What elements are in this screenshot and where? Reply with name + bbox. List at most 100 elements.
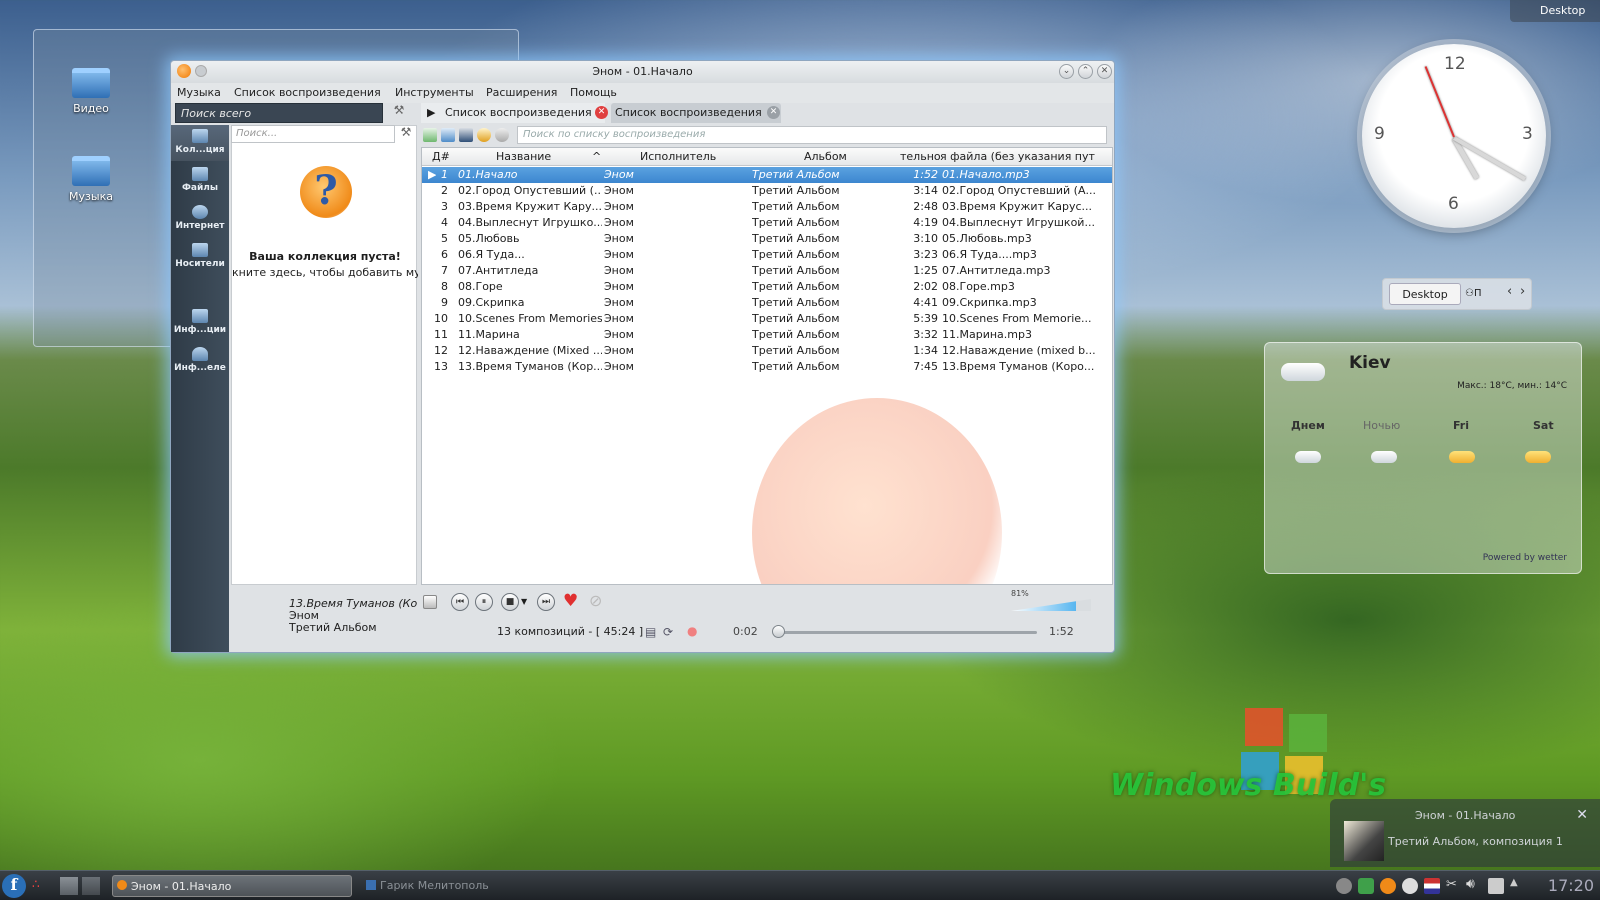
taskbar-item-chat[interactable]: Гарик Мелитополь (362, 875, 602, 897)
search-options-icon[interactable]: ⚒ (389, 103, 409, 123)
sidebar-item-info[interactable]: Инф...ции (171, 305, 229, 341)
desktop-icon-label: Музыка (69, 190, 113, 203)
playlist-row[interactable]: 3 03.Время Кружит Кару... Эном Третий Альбо… (422, 199, 1112, 215)
close-tab-icon[interactable]: ✕ (767, 106, 780, 119)
seek-bar[interactable] (773, 631, 1037, 634)
close-icon[interactable]: ✕ (1576, 807, 1588, 823)
pause-button[interactable]: ⏸ (475, 593, 493, 611)
playlist-tabs: ▶ Список воспроизведения ✕ Список воспро… (421, 103, 1111, 123)
now-playing-notification[interactable]: Эном - 01.Начало Третий Альбом, композиц… (1330, 799, 1600, 867)
column-artist[interactable]: Исполнитель (640, 150, 716, 163)
maximize-button[interactable]: ⌃ (1078, 64, 1093, 79)
column-title[interactable]: Название (496, 150, 551, 163)
globe-icon[interactable] (1402, 878, 1418, 894)
column-track-number[interactable]: Д# (432, 150, 450, 163)
pager-activity-button[interactable]: ⚇П (1465, 283, 1487, 305)
playlist-row[interactable]: 11 11.Марина Эном Третий Альбом 3:32 11.Марин… (422, 327, 1112, 343)
track-artist: Эном (604, 168, 634, 181)
weather-powered-by[interactable]: Powered by wetter (1483, 553, 1567, 563)
stop-button[interactable]: ■ (501, 593, 519, 611)
playlist-row[interactable]: 2 02.Город Опустевший (... Эном Третий Альб… (422, 183, 1112, 199)
add-music-hint[interactable]: кните здесь, чтобы добавить му (232, 266, 418, 279)
close-tab-icon[interactable]: ✕ (595, 106, 608, 119)
column-album[interactable]: Альбом (804, 150, 847, 163)
sidebar-item-artist-info[interactable]: Инф...еле (171, 343, 229, 379)
column-length[interactable]: тельно (900, 150, 940, 163)
repeat-icon[interactable]: ⟳ (663, 625, 673, 639)
open-icon[interactable] (441, 128, 455, 142)
playlist-row[interactable]: 9 09.Скрипка Эном Третий Альбом 4:41 09.Скрип… (422, 295, 1112, 311)
globe-icon (192, 205, 208, 219)
sidebar-item-collection[interactable]: Кол...ция (171, 125, 229, 161)
menu-extensions[interactable]: Расширения (486, 86, 557, 99)
previous-button[interactable]: ⏮ (451, 593, 469, 611)
volume-icon[interactable]: 🔊︎ (1466, 876, 1475, 892)
keyboard-layout-flag-icon[interactable] (1424, 878, 1440, 894)
save-icon[interactable] (459, 128, 473, 142)
taskbar-item-amarok[interactable]: Эном - 01.Начало (112, 875, 352, 897)
sidebar-item-media[interactable]: Носители (171, 239, 229, 275)
column-filename[interactable]: я файла (без указания пут (940, 150, 1112, 163)
clipboard-scissors-icon[interactable]: ✂ (1446, 877, 1457, 892)
menu-playlist[interactable]: Список воспроизведения (234, 86, 381, 99)
next-button[interactable]: ⏭ (537, 593, 555, 611)
playlist-layout-icon[interactable]: ▤ (645, 625, 656, 639)
tab-playlist-2[interactable]: Список воспроизведения (611, 103, 781, 123)
heart-icon[interactable]: ♥ (563, 591, 578, 611)
chevron-right-icon[interactable]: › (1520, 284, 1525, 299)
playlist-view[interactable]: Д# Название ^ Исполнитель Альбом тельно … (421, 147, 1113, 585)
playlist-header: Д# Название ^ Исполнитель Альбом тельно … (422, 148, 1112, 166)
volume-slider[interactable] (1011, 599, 1091, 611)
minimize-button[interactable]: ⌄ (1059, 64, 1074, 79)
ban-icon[interactable]: ⊘ (589, 591, 602, 610)
sidebar-item-files[interactable]: Файлы (171, 163, 229, 199)
playlist-row[interactable]: 4 04.Выплеснут Игрушко... Эном Третий Альбо… (422, 215, 1112, 231)
menu-music[interactable]: Музыка (177, 86, 221, 99)
playlist-row[interactable]: 5 05.Любовь Эном Третий Альбом 3:10 05.Любовь… (422, 231, 1112, 247)
info-icon[interactable] (1336, 878, 1352, 894)
amarok-tray-icon[interactable] (1380, 878, 1396, 894)
menu-tools[interactable]: Инструменты (395, 86, 474, 99)
playlist-row[interactable]: 6 06.Я Туда... Эном Третий Альбом 3:23 06.Я Т… (422, 247, 1112, 263)
desktop-icon-video[interactable]: Видео (56, 68, 126, 115)
collection-search-input[interactable]: Поиск... (231, 125, 395, 143)
collection-panel[interactable]: ? Ваша коллекция пуста! кните здесь, что… (231, 125, 418, 585)
chevron-down-icon[interactable]: ▼ (521, 597, 527, 606)
playlist-row[interactable]: 7 07.Антитледа Эном Третий Альбом 1:25 07.Ант… (422, 263, 1112, 279)
chevron-left-icon[interactable]: ‹ (1507, 284, 1512, 299)
track-time: 2:02 (913, 280, 938, 293)
taskbar-clock[interactable]: 17:20 (1548, 876, 1594, 895)
network-icon[interactable] (1358, 878, 1374, 894)
sidebar-item-internet[interactable]: Интернет (171, 201, 229, 237)
close-button[interactable]: ✕ (1097, 64, 1112, 79)
playlist-search-input[interactable]: Поиск по списку воспроизведения (517, 126, 1107, 144)
playlist-row[interactable]: 13 13.Время Туманов (Кор... Эном Третий Аль… (422, 359, 1112, 375)
track-album: Третий Альбом (752, 200, 840, 213)
playlist-row[interactable]: ▶ 1 01.Начало Эном Третий Альбом 1:52 01.Начал… (422, 167, 1112, 183)
collection-options-icon[interactable]: ⚒ (397, 125, 415, 143)
undo-icon[interactable] (477, 128, 491, 142)
pager-desktop-button[interactable]: Desktop (1389, 283, 1461, 305)
seek-handle[interactable] (772, 625, 786, 638)
menu-help[interactable]: Помощь (570, 86, 617, 99)
pager-dots-icon[interactable]: ∴ (32, 877, 40, 891)
playlist-row[interactable]: 10 10.Scenes From Memories Эном Третий Альб… (422, 311, 1112, 327)
clear-playlist-icon[interactable] (423, 595, 437, 609)
weather-day: Ночью (1363, 419, 1401, 432)
pager-desktop-1[interactable] (60, 877, 78, 895)
battery-icon[interactable] (1488, 878, 1504, 894)
files-icon (192, 167, 208, 181)
tab-playlist-1[interactable]: ▶ Список воспроизведения (421, 103, 605, 123)
global-search-input[interactable]: Поиск всего (175, 103, 383, 123)
notification-icon[interactable]: ● (687, 624, 697, 638)
start-menu-button[interactable]: f (2, 874, 26, 898)
add-icon[interactable] (423, 128, 437, 142)
title-bar[interactable]: Эном - 01.Начало ⌄ ⌃ ✕ (171, 61, 1114, 83)
tray-expand-icon[interactable]: ▲ (1510, 877, 1518, 888)
playlist-row[interactable]: 12 12.Наваждение (Mixed ... Эном Третий Аль… (422, 343, 1112, 359)
pager-desktop-2[interactable] (82, 877, 100, 895)
redo-icon[interactable] (495, 128, 509, 142)
desktop-icon-music[interactable]: Музыка (56, 156, 126, 203)
playlist-row[interactable]: 8 08.Горе Эном Третий Альбом 2:02 08.Горе.mp3 (422, 279, 1112, 295)
desktop-toolbox-tab[interactable]: Desktop (1510, 0, 1600, 22)
